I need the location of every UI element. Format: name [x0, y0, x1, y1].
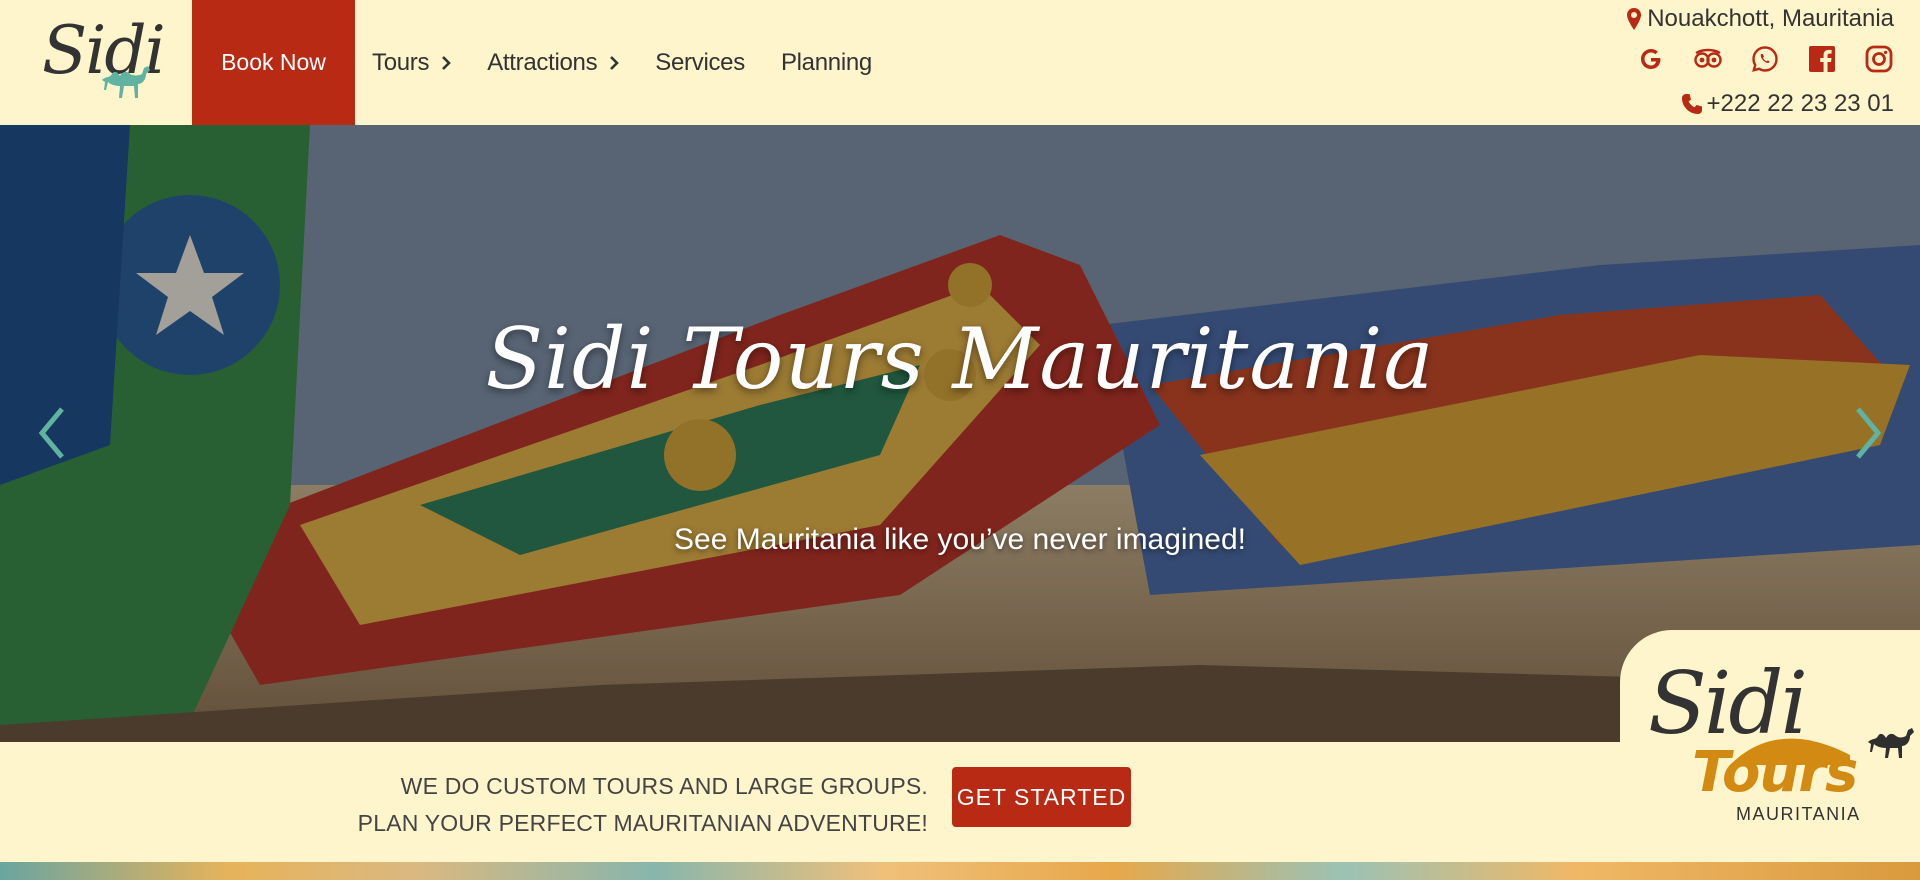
- get-started-button[interactable]: Get Started: [952, 767, 1131, 827]
- nav-item-planning[interactable]: Planning: [781, 49, 872, 77]
- slider-next-arrow[interactable]: [1848, 403, 1888, 463]
- phone-number: +222 22 23 23 01: [1706, 90, 1894, 117]
- get-started-label: Get Started: [956, 783, 1127, 810]
- hero-subtitle: See Mauritania like you’ve never imagine…: [674, 523, 1246, 556]
- nav-item-tours[interactable]: Tours: [372, 48, 452, 77]
- camel-icon: [102, 66, 150, 98]
- brand-badge: Sidi Tours MAURITANIA: [1620, 630, 1920, 862]
- badge-tours-text: Tours: [1692, 740, 1858, 805]
- google-icon[interactable]: [1636, 44, 1666, 74]
- social-links: [1609, 44, 1894, 74]
- facebook-icon[interactable]: [1807, 44, 1837, 74]
- cta-text: We do custom tours and large groups. Pla…: [358, 768, 928, 842]
- nav-item-label: Services: [655, 48, 745, 76]
- slider-prev-arrow[interactable]: [32, 403, 72, 463]
- cta-line-2: Plan your perfect Mauritanian adventure!: [357, 810, 928, 836]
- phone-icon: [1682, 94, 1703, 114]
- nav-item-label: Attractions: [487, 48, 598, 76]
- nav-item-label: Planning: [780, 48, 872, 76]
- map-pin-icon: [1627, 8, 1642, 30]
- chevron-right-icon: [610, 55, 620, 70]
- badge-sidi-text: Sidi: [1648, 654, 1808, 754]
- nav-item-services[interactable]: Services: [655, 49, 745, 77]
- main-nav: Tours Attractions Services Planning: [372, 0, 908, 125]
- badge-country-text: MAURITANIA: [1736, 804, 1861, 824]
- book-now-button[interactable]: Book Now: [192, 0, 355, 125]
- nav-item-label: Tours: [372, 48, 430, 76]
- whatsapp-icon[interactable]: [1750, 44, 1780, 74]
- location-text: Nouakchott, Mauritania: [1647, 5, 1894, 32]
- nav-item-attractions[interactable]: Attractions: [487, 48, 620, 77]
- location: Nouakchott, Mauritania: [1626, 5, 1894, 33]
- phone-link[interactable]: +222 22 23 23 01: [1680, 90, 1894, 118]
- site-header: Sidi Book Now Tours Attractions Services…: [0, 0, 1920, 125]
- site-logo[interactable]: Sidi: [36, 12, 166, 102]
- chevron-right-icon: [442, 55, 452, 70]
- hero-title: Sidi Tours Mauritania: [485, 310, 1435, 408]
- decorative-pattern-strip: [0, 862, 1920, 880]
- tripadvisor-icon[interactable]: [1693, 44, 1723, 74]
- cta-line-1: We do custom tours and large groups.: [400, 773, 928, 799]
- camel-icon: [1868, 728, 1914, 758]
- contact-info: Nouakchott, Mauritania +222 22 23 23 01: [1574, 0, 1894, 125]
- instagram-icon[interactable]: [1864, 44, 1894, 74]
